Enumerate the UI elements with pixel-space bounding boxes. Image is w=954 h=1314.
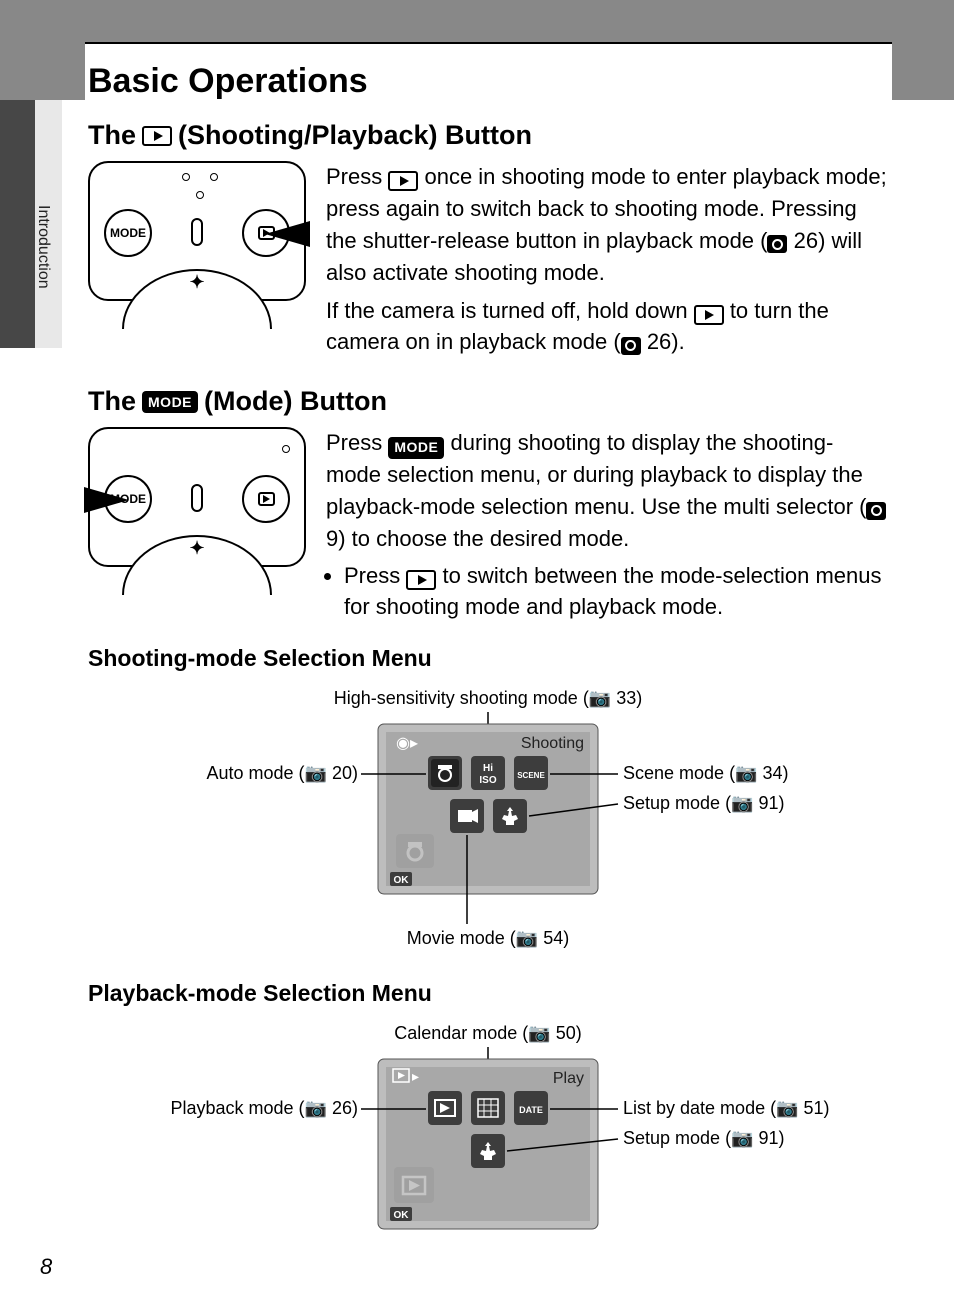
svg-text:Setup mode (📷 91): Setup mode (📷 91) xyxy=(623,793,785,813)
svg-text:Movie mode (📷 54): Movie mode (📷 54) xyxy=(407,928,570,948)
mode-icon: MODE xyxy=(388,437,444,459)
t: 9) to choose the desired mode. xyxy=(326,526,629,551)
content: The (Shooting/Playback) Button MODE ✦ Pr… xyxy=(88,120,888,1295)
playback-menu-diagram: Calendar mode (📷 50) ▸ Play DATE xyxy=(128,1019,848,1269)
shooting-menu-diagram: High-sensitivity shooting mode (📷 33) ◉▸… xyxy=(128,684,848,954)
t: If the camera is turned off, hold down xyxy=(326,298,694,323)
subhead-mode-button: The MODE (Mode) Button xyxy=(88,386,888,417)
camera-top-illustration-2: MODE ✦ xyxy=(88,427,306,567)
subhead-pre: The xyxy=(88,386,136,417)
play-icon xyxy=(406,570,436,590)
t: Press xyxy=(326,430,388,455)
svg-text:Playback mode (📷 26): Playback mode (📷 26) xyxy=(170,1098,358,1118)
sec1-text: Press once in shooting mode to enter pla… xyxy=(326,161,888,364)
svg-text:ISO: ISO xyxy=(479,775,496,786)
subhead-post: (Mode) Button xyxy=(204,386,387,417)
subhead-post: (Shooting/Playback) Button xyxy=(178,120,532,151)
sidebar-tab-dark xyxy=(0,100,35,348)
svg-text:Auto mode (📷 20): Auto mode (📷 20) xyxy=(206,763,358,783)
page-number: 8 xyxy=(40,1254,52,1280)
svg-text:DATE: DATE xyxy=(519,1105,543,1115)
play-icon xyxy=(142,126,172,146)
camera-ref-icon xyxy=(621,337,641,355)
svg-text:Hi: Hi xyxy=(483,763,493,774)
t: 26). xyxy=(641,329,685,354)
svg-text:◉▸: ◉▸ xyxy=(396,735,418,752)
play-icon xyxy=(694,305,724,325)
svg-text:OK: OK xyxy=(394,1210,410,1221)
sec2-text: Press MODE during shooting to display th… xyxy=(326,427,888,622)
playback-menu-heading: Playback-mode Selection Menu xyxy=(88,980,888,1007)
subhead-pre: The xyxy=(88,120,136,151)
camera-top-illustration-1: MODE ✦ xyxy=(88,161,306,301)
svg-text:List by date mode (📷 51): List by date mode (📷 51) xyxy=(623,1098,830,1118)
svg-text:OK: OK xyxy=(394,875,410,886)
svg-text:SCENE: SCENE xyxy=(517,771,545,780)
svg-text:Calendar mode (📷 50): Calendar mode (📷 50) xyxy=(394,1023,582,1043)
t: Press xyxy=(344,563,406,588)
play-icon xyxy=(388,171,418,191)
shooting-menu-heading: Shooting-mode Selection Menu xyxy=(88,645,888,672)
svg-text:High-sensitivity shooting mode: High-sensitivity shooting mode (📷 33) xyxy=(334,688,643,708)
mode-icon: MODE xyxy=(142,391,198,413)
svg-text:Scene mode (📷 34): Scene mode (📷 34) xyxy=(623,763,789,783)
section-title: Basic Operations xyxy=(88,62,368,101)
camera-ref-icon xyxy=(767,235,787,253)
camera-ref-icon xyxy=(866,502,886,520)
svg-text:▸: ▸ xyxy=(412,1068,419,1084)
subhead-playback-button: The (Shooting/Playback) Button xyxy=(88,120,888,151)
t: Press xyxy=(326,164,388,189)
svg-text:Shooting: Shooting xyxy=(521,735,584,752)
sec2-bullet: Press to switch between the mode-selecti… xyxy=(344,561,888,623)
sidebar-label: Introduction xyxy=(34,205,52,289)
svg-text:Setup mode (📷 91): Setup mode (📷 91) xyxy=(623,1128,785,1148)
svg-text:Play: Play xyxy=(553,1070,584,1087)
